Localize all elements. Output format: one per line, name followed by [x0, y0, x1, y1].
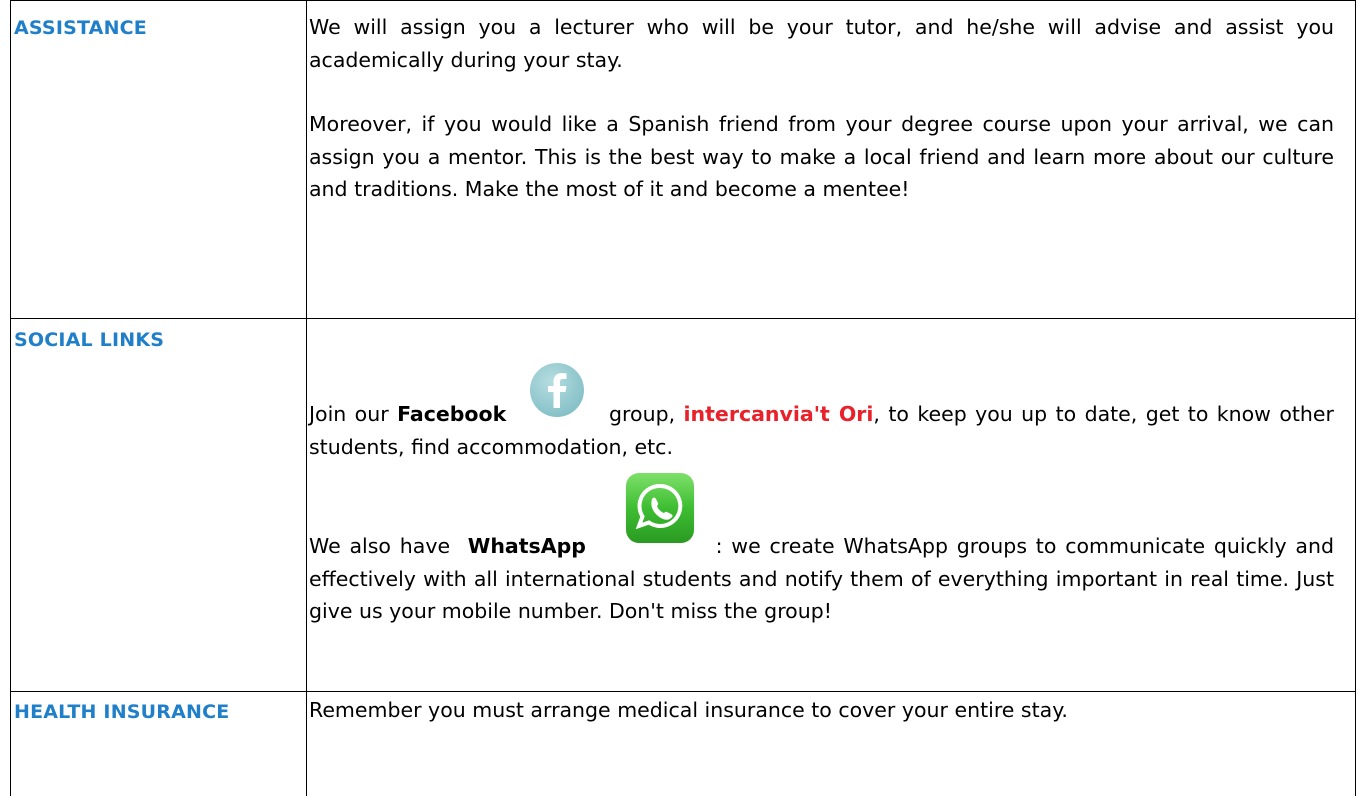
health-insurance-text: Remember you must arrange medical insura… — [309, 694, 1334, 727]
facebook-label: Facebook — [397, 402, 507, 426]
assistance-heading: ASSISTANCE — [14, 17, 147, 39]
health-insurance-heading: HEALTH INSURANCE — [14, 701, 230, 723]
whatsapp-paragraph: We also have WhatsApp : we create WhatsA… — [309, 473, 1334, 628]
assistance-text: We will assign you a lecturer who will b… — [309, 11, 1334, 206]
whatsapp-rest: : we create WhatsApp groups to communica… — [309, 534, 1334, 623]
whatsapp-icon[interactable] — [625, 473, 695, 562]
social-links-heading: SOCIAL LINKS — [14, 329, 165, 351]
table-border-left — [10, 0, 11, 796]
table-border-middle — [306, 0, 307, 796]
facebook-group-word: group, — [609, 402, 676, 426]
facebook-paragraph: Join our Facebook group, intercanvia't O… — [309, 363, 1334, 463]
assistance-paragraph-1: We will assign you a lecturer who will b… — [309, 15, 1334, 72]
table-border-right — [1355, 0, 1356, 796]
facebook-group-link[interactable]: intercanvia't Ori — [684, 402, 874, 426]
assistance-paragraph-2: Moreover, if you would like a Spanish fr… — [309, 112, 1334, 201]
whatsapp-intro: We also have — [309, 534, 451, 558]
whatsapp-label: WhatsApp — [467, 534, 586, 558]
row-divider-2 — [10, 691, 1356, 692]
facebook-icon[interactable] — [529, 363, 587, 430]
row-divider-1 — [10, 318, 1356, 319]
health-insurance-paragraph: Remember you must arrange medical insura… — [309, 698, 1068, 722]
facebook-intro: Join our — [309, 402, 389, 426]
table-border-top — [10, 0, 1356, 1]
